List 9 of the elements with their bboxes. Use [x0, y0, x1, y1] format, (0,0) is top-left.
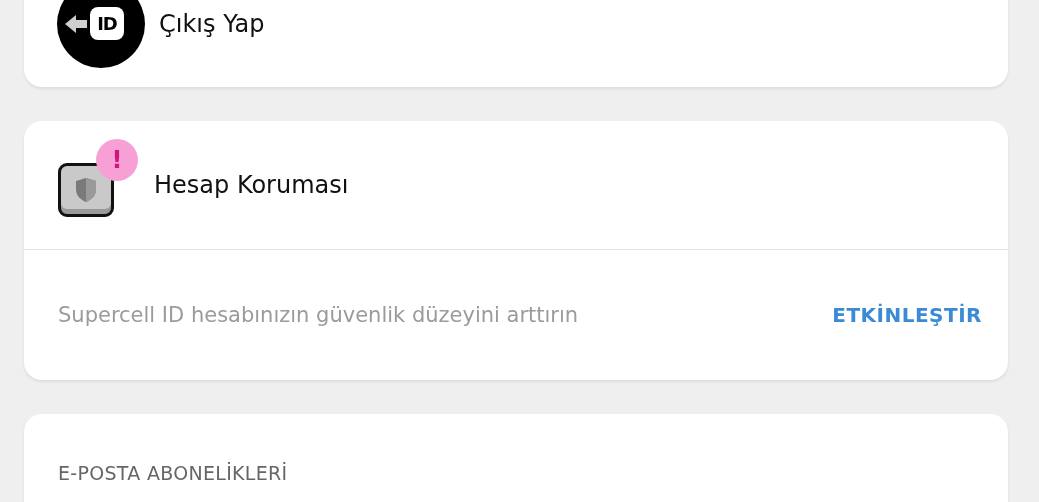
logout-icon: ID	[57, 0, 145, 68]
logout-card[interactable]: ID Çıkış Yap	[24, 0, 1008, 87]
alert-badge: !	[96, 139, 138, 181]
activate-link[interactable]: ETKİNLEŞTİR	[832, 303, 982, 327]
section-heading: E-POSTA ABONELİKLERİ	[58, 462, 288, 484]
logout-label: Çıkış Yap	[159, 9, 265, 38]
description-text: Supercell ID hesabınızın güvenlik düzeyini arttırın	[58, 303, 579, 327]
shield-icon	[58, 163, 114, 217]
section-title: Hesap Koruması	[154, 171, 349, 199]
